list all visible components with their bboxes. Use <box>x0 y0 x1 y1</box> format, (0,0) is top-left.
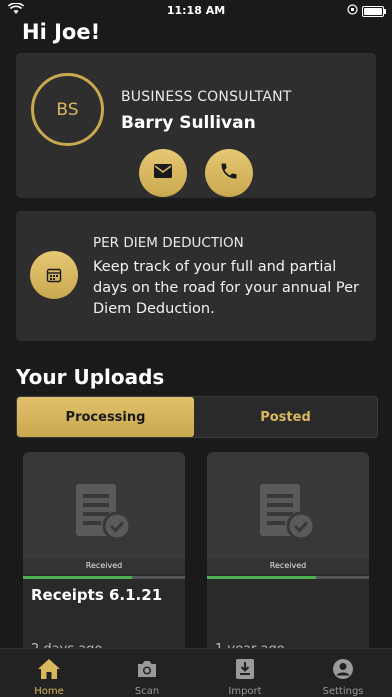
per-diem-title: PER DIEM DEDUCTION <box>93 235 244 251</box>
tab-posted[interactable]: Posted <box>194 397 377 437</box>
uploads-title: Your Uploads <box>16 365 165 389</box>
orientation-lock-icon <box>347 4 358 18</box>
home-icon <box>37 657 61 681</box>
camera-icon <box>136 657 158 681</box>
tab-home[interactable]: Home <box>0 649 98 697</box>
per-diem-description: Keep track of your full and partial days… <box>93 259 359 317</box>
document-check-icon <box>73 482 133 548</box>
bottom-tab-bar: Home Scan Import Settings <box>0 648 392 697</box>
import-icon <box>235 657 255 681</box>
uploads-tabs: Processing Posted <box>16 396 378 438</box>
consultant-card: BS BUSINESS CONSULTANT Barry Sullivan <box>16 53 376 198</box>
status-badge: Received <box>23 558 185 574</box>
account-icon <box>332 657 354 681</box>
tab-import[interactable]: Import <box>196 649 294 697</box>
status-time: 11:18 AM <box>166 4 226 17</box>
per-diem-card[interactable]: PER DIEM DEDUCTION Keep track of your fu… <box>16 211 376 341</box>
calendar-icon <box>30 251 78 299</box>
consultant-avatar: BS <box>31 73 104 146</box>
tab-scan[interactable]: Scan <box>98 649 196 697</box>
mail-icon <box>153 163 173 183</box>
document-check-icon <box>257 482 317 548</box>
battery-icon <box>362 5 386 17</box>
upload-progress-bar <box>207 576 369 579</box>
greeting: Hi Joe! <box>22 20 101 44</box>
tab-processing[interactable]: Processing <box>17 397 194 437</box>
upload-progress-bar <box>23 576 185 579</box>
consultant-role: BUSINESS CONSULTANT <box>121 89 292 105</box>
phone-button[interactable] <box>205 149 253 197</box>
upload-card[interactable]: Received Receipts 6.1.21 2 days ago <box>23 452 185 662</box>
tab-settings[interactable]: Settings <box>294 649 392 697</box>
upload-card[interactable]: Received 1 year ago <box>207 452 369 662</box>
upload-name: Receipts 6.1.21 <box>31 586 163 604</box>
status-badge: Received <box>207 558 369 574</box>
consultant-name: Barry Sullivan <box>121 113 256 133</box>
phone-icon <box>219 161 239 185</box>
email-button[interactable] <box>139 149 187 197</box>
status-bar: 11:18 AM <box>0 0 392 22</box>
